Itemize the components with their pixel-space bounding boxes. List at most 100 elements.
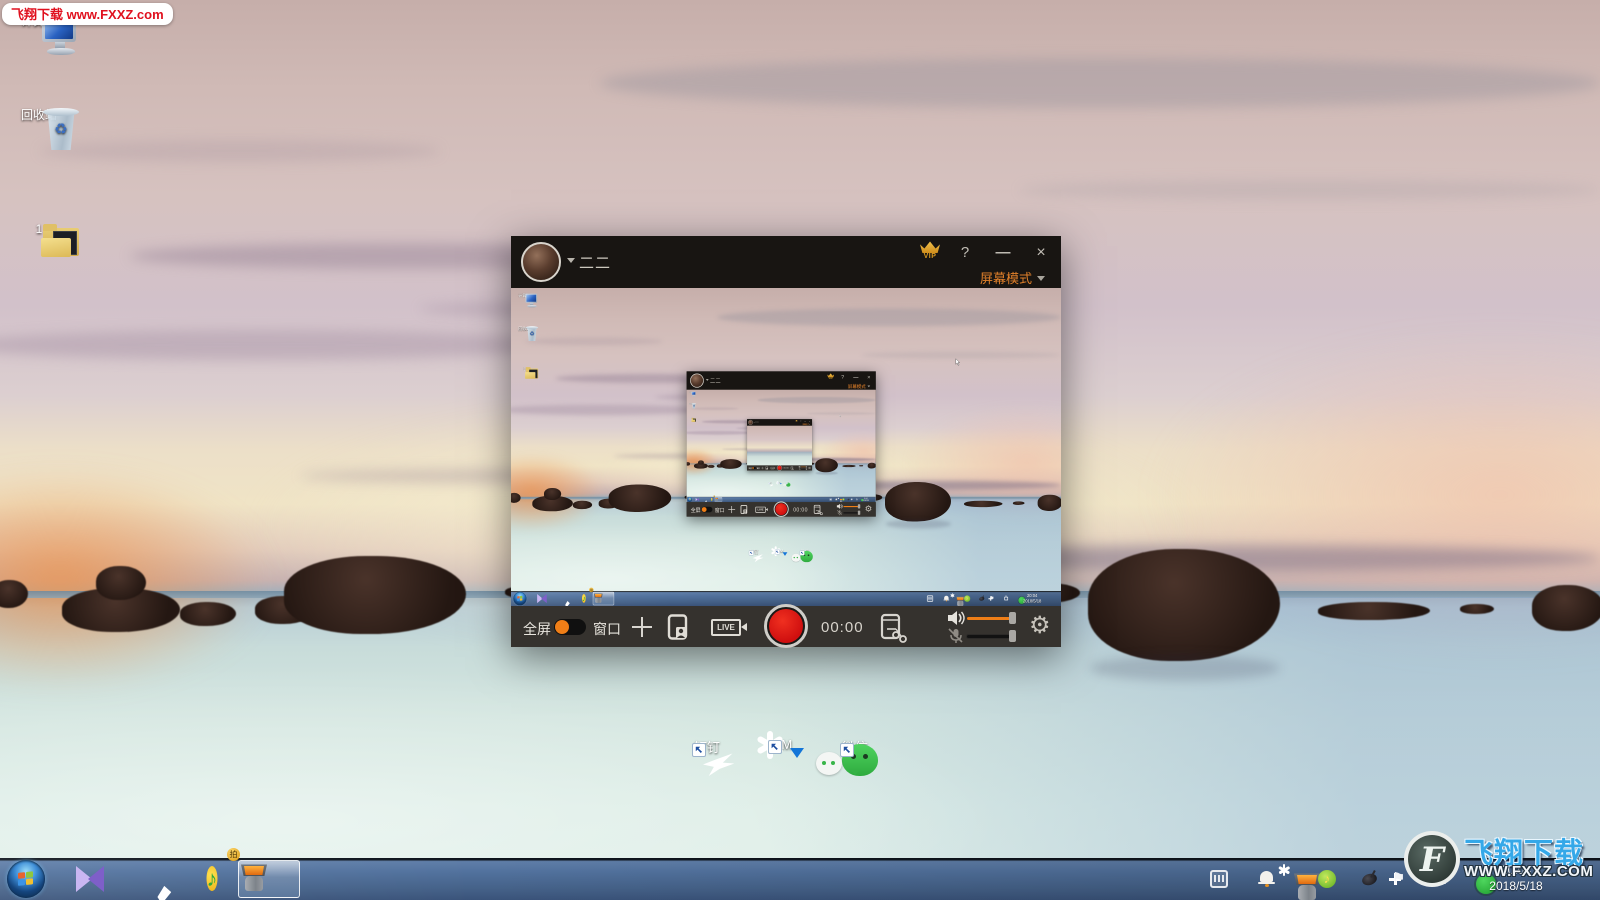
user-avatar[interactable] bbox=[521, 242, 561, 282]
desktop-icon-computer: 计算机 bbox=[687, 392, 696, 394]
mic-knob bbox=[806, 468, 807, 469]
mic-muted-icon bbox=[799, 468, 801, 470]
audio-controls bbox=[947, 609, 1019, 645]
settings-gear-icon[interactable]: ⚙ bbox=[1029, 612, 1051, 640]
vip-button[interactable]: VIP bbox=[917, 240, 943, 264]
desktop-icon-computer: 计算机 bbox=[511, 293, 538, 298]
sunset-glow bbox=[511, 454, 604, 532]
clip-edit-button bbox=[813, 505, 823, 517]
icon-label: 回收站 bbox=[511, 326, 538, 331]
icon-label: 计算机 bbox=[687, 392, 696, 394]
record-dot bbox=[778, 466, 782, 470]
add-source-button[interactable] bbox=[632, 617, 652, 637]
mic-volume[interactable] bbox=[947, 628, 1019, 644]
site-watermark-bottom: F 飞翔下载 WWW.FXXZ.COM bbox=[1398, 829, 1600, 891]
windows-logo-icon bbox=[517, 596, 523, 602]
shortcut-arrow-icon bbox=[768, 740, 782, 754]
chevron-down-icon bbox=[809, 424, 810, 425]
volume-track[interactable] bbox=[967, 617, 1013, 620]
taskbar-app-qq-music: ♪ bbox=[709, 497, 714, 501]
audio-controls bbox=[799, 466, 808, 470]
desktop-icon-recycle-bin: ♻ 回收站 bbox=[511, 326, 538, 331]
mic-track bbox=[843, 512, 859, 513]
mic-muted-icon bbox=[837, 510, 843, 516]
shortcut-arrow-icon bbox=[786, 483, 788, 485]
tray-keyboard-icon bbox=[830, 498, 832, 500]
system-volume bbox=[837, 504, 862, 510]
taskbar-app-kmplayer[interactable] bbox=[68, 861, 112, 897]
mic-knob bbox=[858, 511, 860, 515]
qq-music-icon: ♪ bbox=[582, 593, 586, 604]
volume-knob[interactable] bbox=[1009, 612, 1016, 624]
username: 二二 bbox=[755, 421, 759, 424]
shortcut-arrow-icon bbox=[777, 482, 779, 484]
fxxz-logo: F bbox=[1404, 831, 1460, 887]
taskbar-app-kmplayer bbox=[534, 592, 549, 605]
windows-logo-icon bbox=[18, 871, 34, 887]
record-timer: 00:00 bbox=[784, 467, 789, 469]
capture-preview bbox=[747, 426, 812, 466]
close-button[interactable]: × bbox=[1030, 242, 1052, 264]
record-button bbox=[774, 501, 789, 517]
tray-recorder-icon[interactable] bbox=[1292, 870, 1310, 888]
camera-overlay-button bbox=[765, 466, 768, 470]
mouse-cursor bbox=[955, 359, 960, 366]
capture-mode-toggle bbox=[752, 467, 756, 469]
taskbar-app-notes[interactable] bbox=[128, 861, 172, 897]
clock-time: 20:04 bbox=[864, 497, 868, 499]
desktop-icon-folder-1[interactable]: 1 bbox=[0, 222, 78, 236]
help-button[interactable]: ? bbox=[954, 242, 976, 264]
live-button: LIVE bbox=[755, 507, 765, 513]
user-avatar bbox=[690, 374, 704, 388]
icon-label: 回收站 bbox=[687, 403, 696, 405]
taskbar-app-screen-recorder-active[interactable]: 拍 bbox=[238, 860, 300, 898]
shortcut-arrow-icon bbox=[800, 551, 805, 556]
horizon-line bbox=[511, 497, 1061, 499]
capture-mode-select: 屏幕模式 bbox=[802, 423, 810, 425]
tray-keyboard-icon bbox=[927, 595, 933, 601]
icon-label: 计算机 bbox=[511, 293, 538, 298]
desktop-shortcut-wechat[interactable]: 微信 bbox=[812, 737, 898, 756]
recorder-badge: 拍 bbox=[713, 496, 715, 498]
record-button[interactable] bbox=[764, 604, 808, 648]
pink-glow bbox=[906, 405, 1061, 522]
taskbar: ♪ 拍 ♪ ⚑ 20:04 2018 bbox=[687, 497, 876, 502]
record-control-bar: 全屏 窗口 LIVE 00:00 bbox=[687, 502, 876, 516]
tray-qq-music-icon: ♪ bbox=[964, 595, 970, 601]
tray-keyboard-icon[interactable] bbox=[1210, 870, 1228, 888]
record-control-bar: 全屏 窗口 LIVE 00:00 bbox=[511, 606, 1061, 647]
taskbar-app-qq-music[interactable]: ♪ bbox=[190, 861, 234, 897]
volume-track bbox=[843, 506, 859, 507]
mic-track[interactable] bbox=[967, 635, 1013, 638]
pink-glow bbox=[823, 431, 876, 472]
capture-mode-select[interactable]: 屏幕模式 bbox=[980, 268, 1045, 287]
shortcut-arrow-icon bbox=[768, 483, 770, 485]
mouse-cursor bbox=[839, 415, 841, 417]
capture-mode-toggle bbox=[701, 507, 712, 513]
desktop-shortcut-dingtalk: 钉钉 bbox=[739, 548, 769, 555]
desktop-shortcut-tim: TIM bbox=[765, 548, 795, 553]
capture-mode-toggle[interactable] bbox=[554, 619, 586, 635]
window-label: 窗口 bbox=[757, 467, 760, 469]
site-watermark-top: 飞翔下载 www.FXXZ.com bbox=[2, 3, 173, 25]
shortcut-arrow-icon bbox=[692, 743, 706, 757]
start-button[interactable] bbox=[7, 860, 45, 898]
camera-overlay-button[interactable] bbox=[667, 614, 689, 646]
record-dot bbox=[775, 503, 787, 515]
help-button: ? bbox=[799, 420, 802, 423]
mic-knob[interactable] bbox=[1009, 630, 1016, 642]
desktop-icon-recycle-bin[interactable]: ♻ 回收站 bbox=[0, 108, 78, 122]
live-button[interactable]: LIVE bbox=[711, 619, 741, 636]
titlebar[interactable]: 二二 VIP ? — × 屏幕模式 bbox=[511, 236, 1061, 288]
speaker-icon bbox=[799, 466, 801, 468]
tray-wechat-icon bbox=[861, 499, 863, 501]
wallpaper bbox=[511, 288, 1061, 606]
volume-knob bbox=[858, 504, 860, 508]
account-caret-icon[interactable] bbox=[567, 258, 575, 263]
clip-edit-button[interactable] bbox=[879, 613, 907, 648]
tray-qq-music-icon[interactable]: ♪ bbox=[1318, 870, 1336, 888]
vip-button: VIP bbox=[795, 420, 798, 423]
minimize-button[interactable]: — bbox=[992, 242, 1014, 264]
system-volume[interactable] bbox=[947, 610, 1019, 626]
taskbar-clock: 20:04 2018/5/18 bbox=[861, 497, 870, 501]
